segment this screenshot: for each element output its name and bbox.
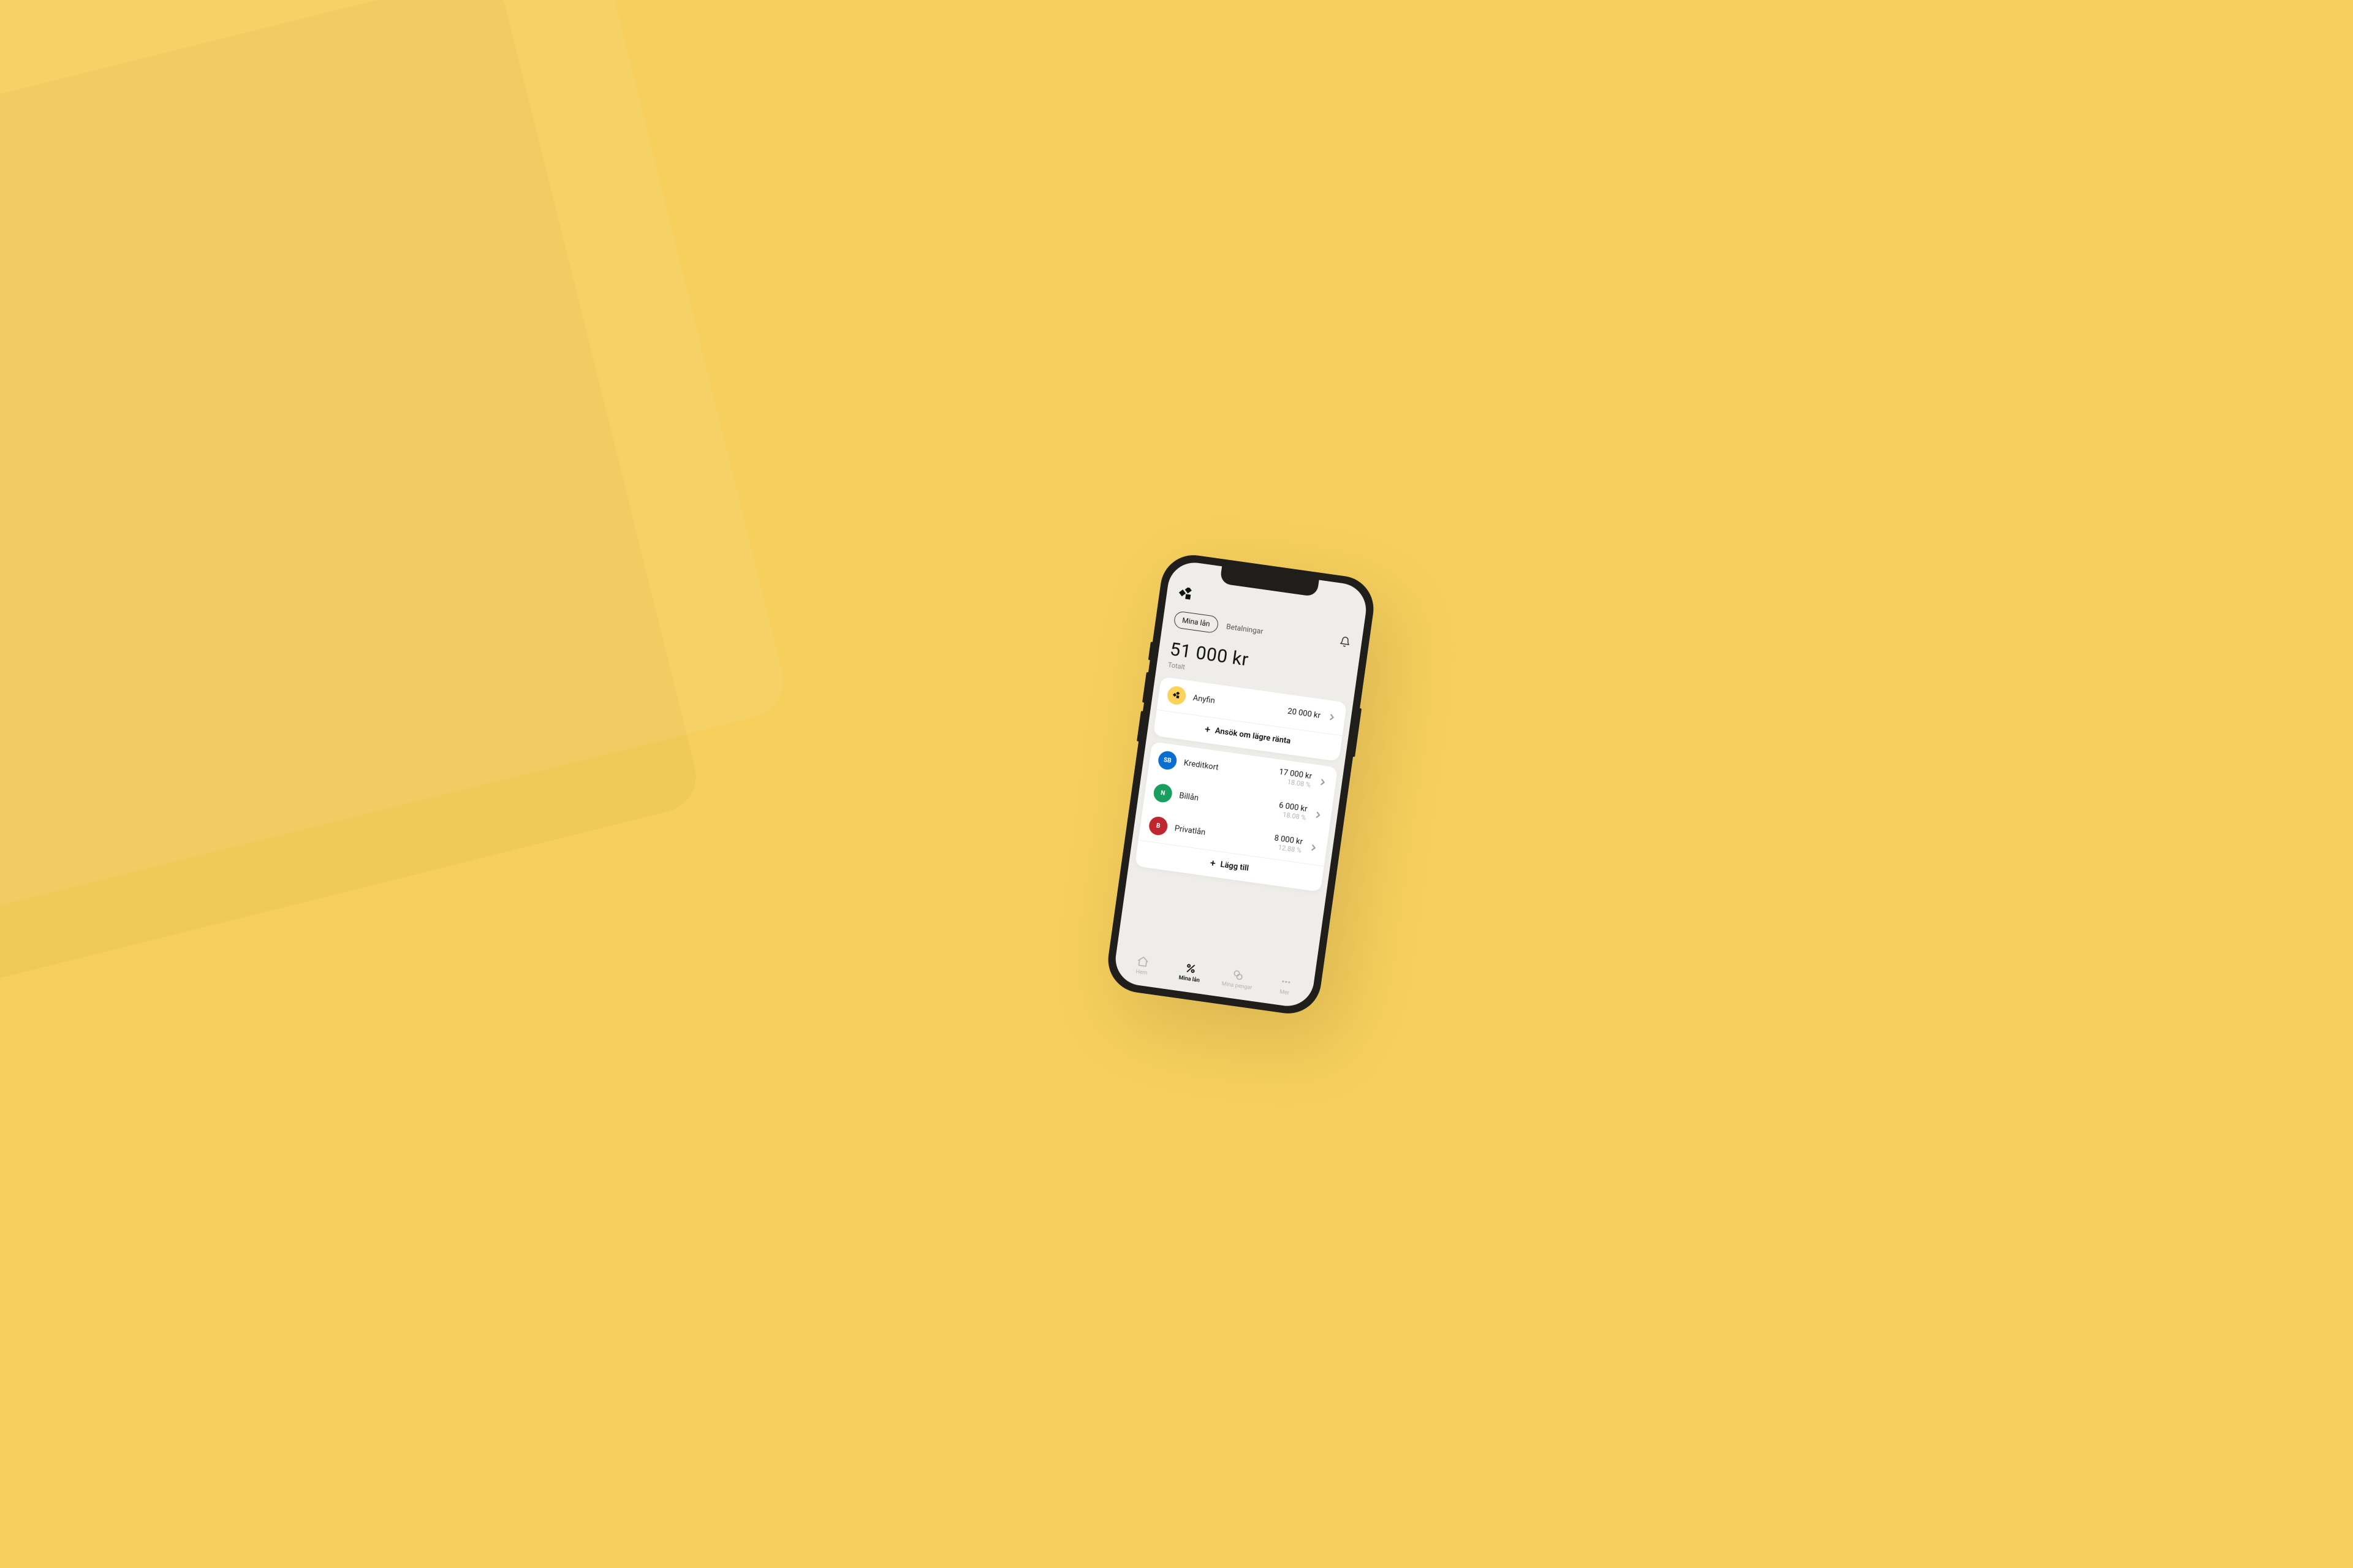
nav-more[interactable]: Mer <box>1266 973 1305 998</box>
phone-side-button <box>1142 672 1149 702</box>
phone-side-button <box>1148 642 1153 660</box>
nav-my-money[interactable]: Mina pengar <box>1218 966 1257 991</box>
lender-badge-icon: B <box>1148 815 1169 836</box>
app-screen: Mina lån Betalningar 51 000 kr Totalt <box>1112 559 1370 1009</box>
loan-amount: 20 000 kr <box>1287 706 1321 720</box>
lender-name: Billån <box>1178 790 1271 812</box>
phone-side-button <box>1352 708 1362 757</box>
nav-label: Hem <box>1135 969 1148 977</box>
lender-name: Kreditkort <box>1183 758 1272 779</box>
plus-icon: + <box>1204 724 1211 735</box>
apply-lower-rate-label: Ansök om lägre ränta <box>1214 725 1291 745</box>
main-content: Anyfin 20 000 kr + Ansök om lägre ränta <box>1117 675 1353 974</box>
plus-icon: + <box>1210 858 1216 868</box>
phone-mockup: Mina lån Betalningar 51 000 kr Totalt <box>1104 551 1378 1018</box>
other-loans-card: SB Kreditkort 17 000 kr 18.08 % N Billån <box>1135 741 1338 892</box>
add-loan-label: Lägg till <box>1220 860 1249 873</box>
lender-name: Anyfin <box>1192 693 1281 714</box>
chevron-right-icon <box>1327 711 1337 724</box>
nav-my-loans[interactable]: Mina lån <box>1170 960 1210 985</box>
chevron-right-icon <box>1308 841 1319 854</box>
lender-badge-icon: SB <box>1157 750 1178 771</box>
nav-label: Mina pengar <box>1221 980 1252 991</box>
nav-home[interactable]: Hem <box>1123 953 1162 978</box>
home-icon <box>1136 955 1150 969</box>
tab-payments[interactable]: Betalningar <box>1226 622 1264 635</box>
anyfin-badge-icon <box>1166 685 1187 706</box>
lender-name: Privatlån <box>1174 824 1267 846</box>
chevron-right-icon <box>1313 808 1324 821</box>
nav-label: Mina lån <box>1178 975 1200 984</box>
lender-badge-icon: N <box>1153 782 1173 803</box>
notifications-icon[interactable] <box>1338 635 1351 650</box>
phone-side-button <box>1137 711 1143 741</box>
more-icon <box>1279 975 1293 989</box>
nav-label: Mer <box>1279 989 1290 996</box>
percent-icon <box>1184 961 1198 975</box>
chevron-right-icon <box>1318 776 1328 789</box>
coins-icon <box>1232 968 1246 982</box>
